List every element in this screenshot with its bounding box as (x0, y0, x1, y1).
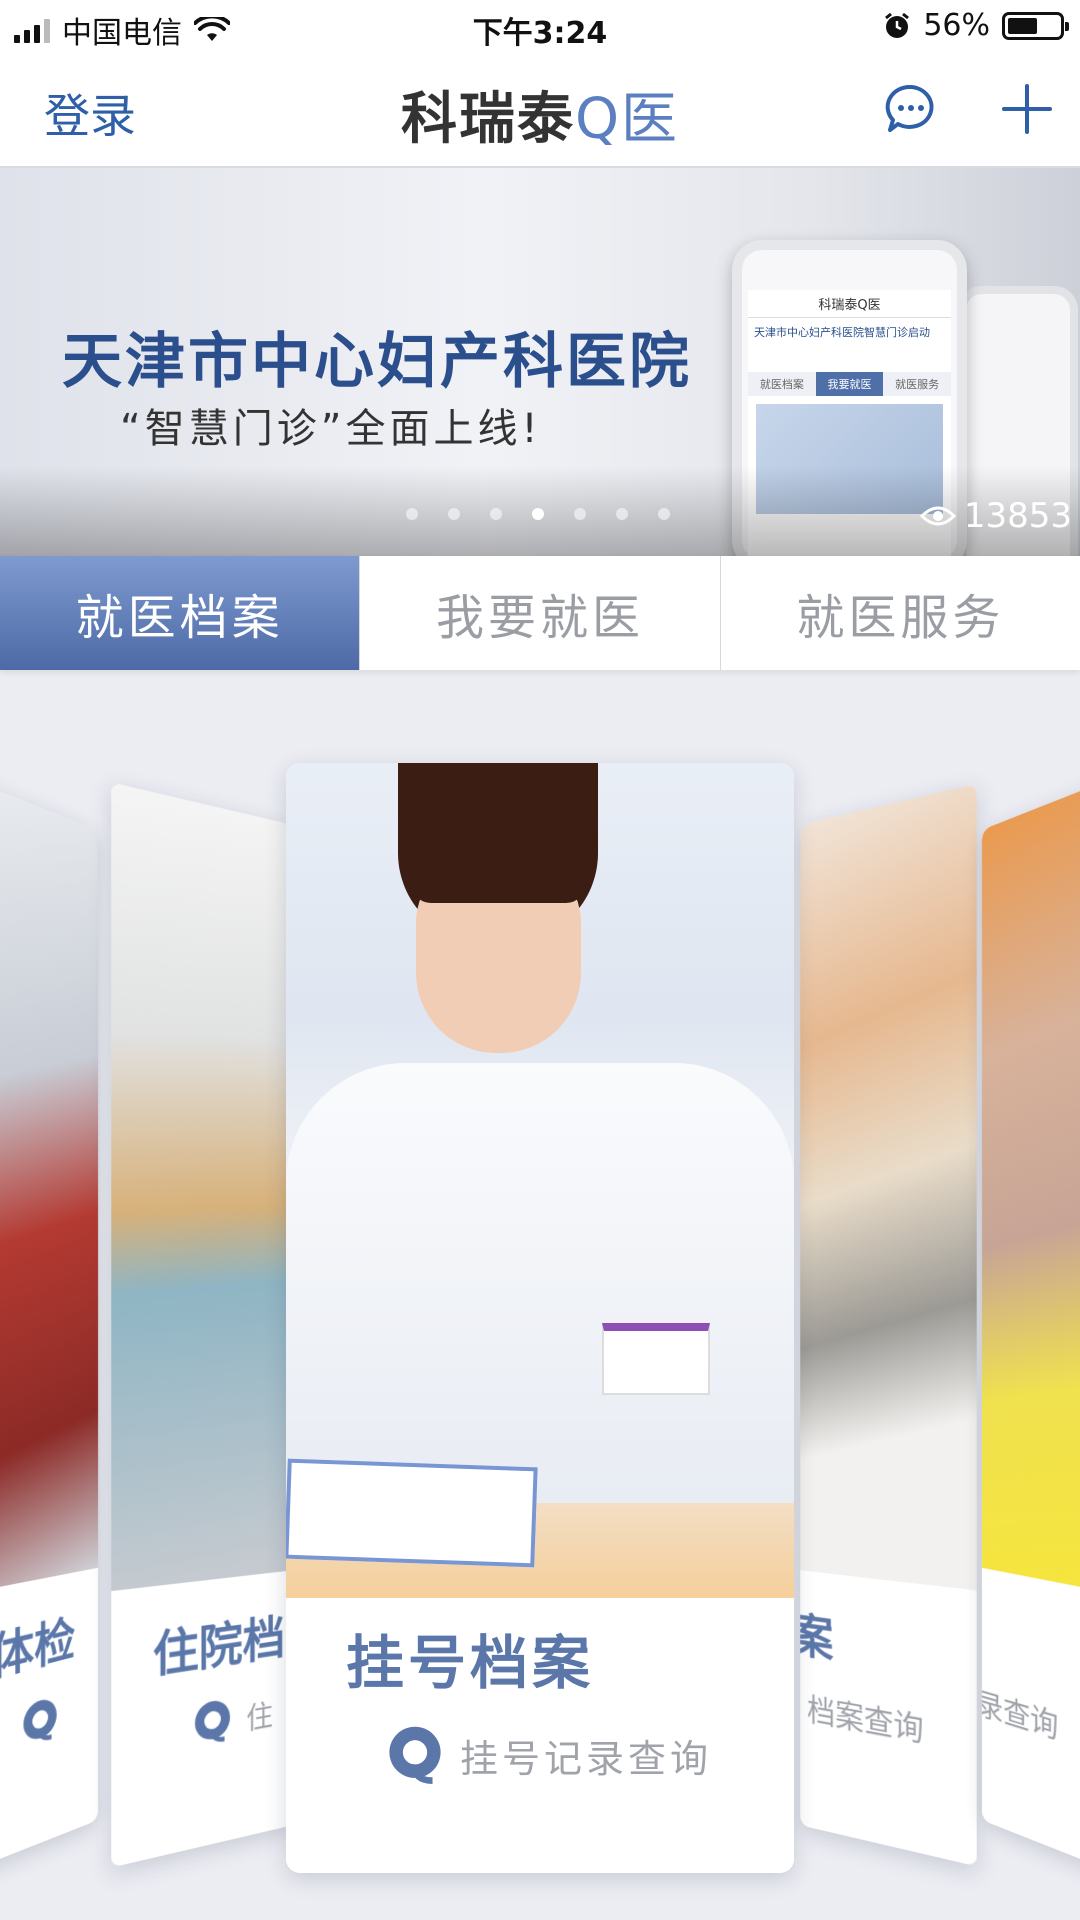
promo-banner[interactable]: 天津市中心妇产科医院 “智慧门诊”全面上线! 科瑞泰Q医 天津市中心妇产科医院智… (0, 168, 1080, 556)
card-inpatient-records[interactable]: 住院档 住 (111, 782, 298, 1868)
card-subtitle-row: 录查询 (982, 1679, 1058, 1748)
section-tabs: 就医档案 我要就医 就医服务 (0, 556, 1080, 670)
tab-medical-records[interactable]: 就医档案 (0, 556, 360, 670)
card-subtitle-row: 住 (191, 1689, 273, 1749)
stethoscope-icon (23, 1695, 60, 1751)
banner-subtitle: “智慧门诊”全面上线! (120, 406, 542, 452)
battery-percent: 56% (923, 8, 990, 43)
nav-bar: 登录 科瑞泰Q医 (0, 54, 1080, 168)
nurse-uniform (286, 1063, 794, 1503)
alarm-icon (885, 12, 910, 38)
card-subtitle-row (20, 1693, 60, 1751)
card-subtitle-row: 档案查询 (807, 1685, 924, 1751)
mock-app-title: 科瑞泰Q医 (748, 290, 951, 318)
nurse-photo (286, 763, 794, 1598)
view-count-value: 13853 (963, 496, 1072, 536)
card-title: 住院档 (152, 1609, 285, 1685)
chat-icon[interactable] (884, 82, 938, 136)
mock-image (756, 404, 943, 514)
clipboard (286, 1458, 538, 1568)
card-registration-records[interactable]: 挂号档案 挂号记录查询 (286, 763, 794, 1873)
tab-see-doctor[interactable]: 我要就医 (359, 556, 719, 670)
name-badge (602, 1323, 710, 1395)
pager-dot[interactable] (616, 508, 628, 520)
pager-dot[interactable] (574, 508, 586, 520)
eye-icon (919, 506, 956, 526)
tab-medical-services[interactable]: 就医服务 (719, 556, 1080, 670)
card-subtitle-row: 挂号记录查询 (384, 1724, 712, 1786)
card-photo (111, 782, 298, 1592)
status-bar: 中国电信 下午3:24 56% (0, 0, 1080, 54)
mock-tab: 就医服务 (883, 372, 952, 396)
stethoscope-icon (389, 1726, 441, 1784)
card-photo (800, 783, 977, 1591)
plus-icon[interactable] (1000, 82, 1054, 136)
logo-main: 科瑞泰 (400, 87, 575, 152)
pager-dot-active[interactable] (532, 508, 544, 520)
logo-accent: Q医 (574, 87, 680, 152)
pager-dot[interactable] (406, 508, 418, 520)
pager-dot[interactable] (490, 508, 502, 520)
card-photo (0, 777, 99, 1594)
card-physical-exam[interactable]: 体检 (0, 777, 99, 1873)
card-photo (981, 777, 1080, 1594)
pager-dot[interactable] (448, 508, 460, 520)
card-title: 案 (800, 1607, 834, 1668)
banner-pager[interactable] (406, 508, 670, 520)
mock-headline: 天津市中心妇产科医院智慧门诊启动 (754, 326, 930, 339)
card-subtitle: 档案查询 (807, 1690, 924, 1750)
mock-tab: 我要就医 (815, 372, 884, 396)
card-subtitle: 挂号记录查询 (460, 1736, 713, 1781)
card-records-right[interactable]: 案 档案查询 (800, 783, 977, 1867)
card-records-far-right[interactable]: 录查询 (981, 777, 1080, 1873)
banner-title: 天津市中心妇产科医院 (62, 327, 692, 397)
card-title: 体检 (0, 1610, 76, 1688)
mock-tab: 就医档案 (748, 372, 816, 396)
card-subtitle: 录查询 (981, 1684, 1059, 1747)
stethoscope-icon (194, 1698, 233, 1749)
nurse-fringe (411, 823, 586, 903)
pager-dot[interactable] (658, 508, 670, 520)
card-title: 挂号档案 (346, 1629, 595, 1697)
view-count: 13853 (919, 496, 1072, 536)
battery-icon (1002, 11, 1069, 40)
card-subtitle: 住 (246, 1697, 273, 1737)
